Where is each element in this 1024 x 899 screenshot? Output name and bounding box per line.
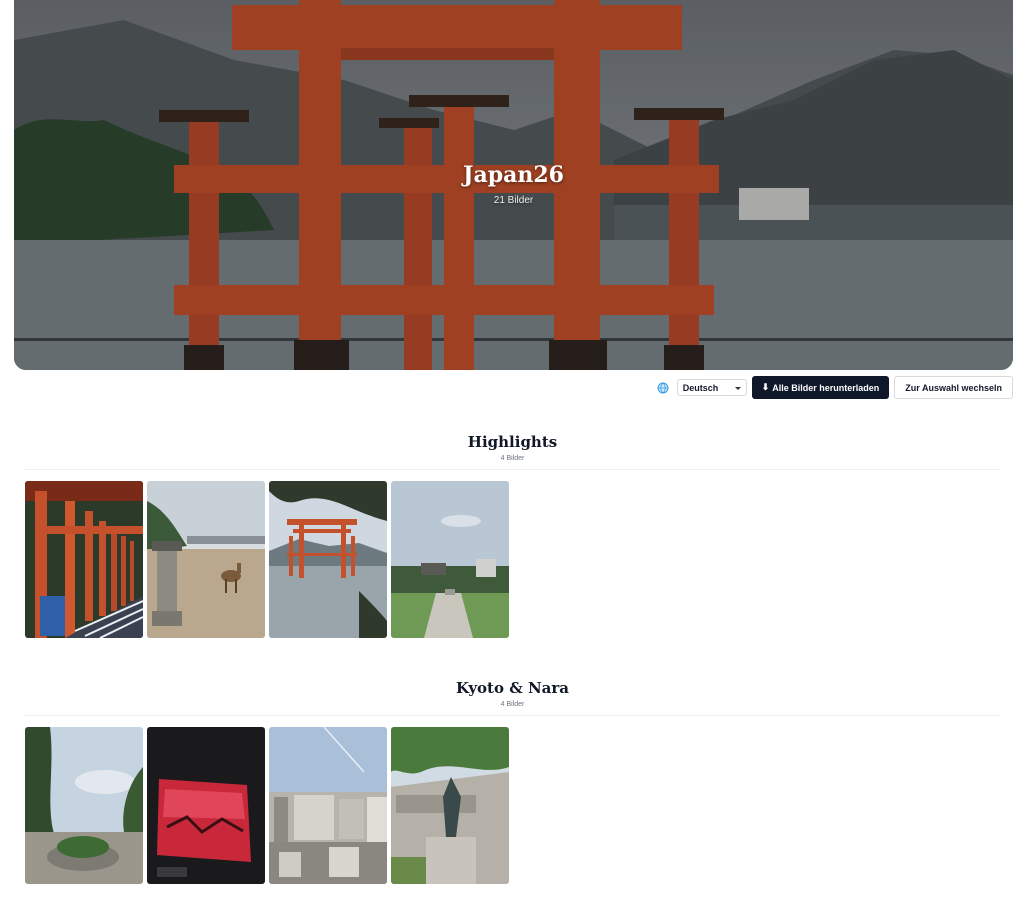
album-image-count: 21 Bilder [493,195,534,206]
section-divider [25,715,1000,716]
language-select[interactable]: Deutsch [676,379,747,396]
hero-banner: Japan26 21 Bilder [14,0,1013,370]
photo-thumbnail[interactable] [391,727,509,884]
section-image-count: 4 Bilder [500,455,525,462]
photo-thumbnail[interactable] [269,727,387,884]
section-divider [25,469,1000,470]
photo-thumbnail[interactable] [147,727,265,884]
album-toolbar: Deutsch ⬇ Alle Bilder herunterladen Zur … [657,376,1013,399]
section-title: Kyoto & Nara [455,679,570,697]
album-title: Japan26 [463,162,564,188]
photo-thumbnail[interactable] [269,481,387,638]
photo-thumbnail[interactable] [25,727,143,884]
download-all-label: Alle Bilder herunterladen [772,382,880,393]
thumbnail-grid [25,481,1000,638]
photo-thumbnail[interactable] [391,481,509,638]
globe-icon [657,382,669,394]
download-icon: ⬇ [761,382,770,392]
photo-thumbnail[interactable] [25,481,143,638]
switch-to-selection-label: Zur Auswahl wechseln [905,382,1002,393]
section-title: Highlights [467,433,558,451]
switch-to-selection-button[interactable]: Zur Auswahl wechseln [894,376,1013,399]
section-image-count: 4 Bilder [500,701,525,708]
photo-thumbnail[interactable] [147,481,265,638]
chevron-down-icon [734,387,741,390]
section-highlights: Highlights 4 Bilder [25,433,1000,638]
section-kyoto-nara: Kyoto & Nara 4 Bilder [25,679,1000,884]
language-select-value: Deutsch [682,382,719,393]
thumbnail-grid [25,727,1000,884]
download-all-button[interactable]: ⬇ Alle Bilder herunterladen [751,376,890,399]
